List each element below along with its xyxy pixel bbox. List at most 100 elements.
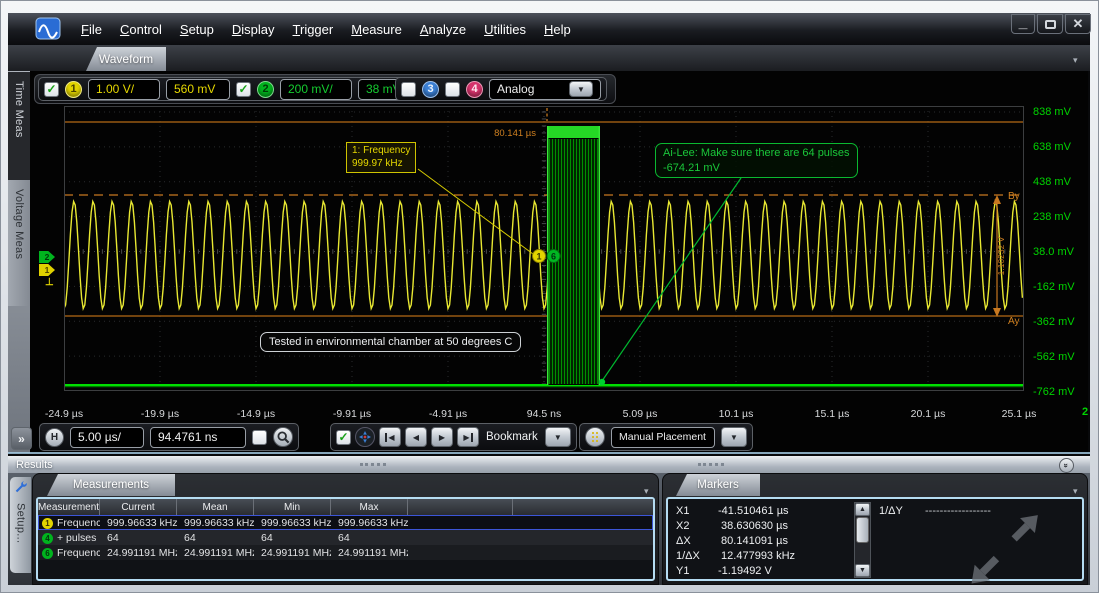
channel2-enable-checkbox[interactable]: ✓ [236,82,251,97]
magnifier-icon [276,430,291,445]
placement-group: Manual Placement ▼ [579,423,753,451]
y-axis-label: 38.0 mV [1033,246,1087,258]
tab-markers[interactable]: Markers [676,474,760,496]
column-header: Min [254,499,331,515]
graticule [64,106,1024,391]
tab-waveform[interactable]: Waveform [86,47,166,71]
results-title-bar: Results [8,456,1090,473]
previous-icon: ◀ [388,433,394,442]
y-axis-label: 438 mV [1033,176,1087,188]
check-icon: ✓ [338,431,348,443]
menu-help[interactable]: Help [535,22,580,37]
measurement6-marker-badge[interactable]: 6 [547,250,560,263]
placement-dropdown-button[interactable]: ▼ [721,427,747,447]
bookmark-note[interactable]: Ai-Lee: Make sure there are 64 pulses -6… [655,143,858,178]
x-axis-label: -14.9 µs [237,408,275,420]
caret-down-icon: ▼ [577,85,585,94]
channel1-badge[interactable]: 1 [65,81,82,98]
oscilloscope-application-window: File Control Setup Display Trigger Measu… [0,0,1099,593]
y-axis-label: 838 mV [1033,106,1087,118]
splitter-grip[interactable] [698,463,724,466]
scroll-up-button[interactable]: ▲ [855,503,870,516]
maximize-button[interactable] [1037,14,1063,34]
bookmark-group: ✓ ◀ ◀ ▶ ▶ Bookmark ▼ [330,423,577,451]
trigger-level-icon[interactable]: ⊥ [45,277,54,288]
table-row[interactable]: 1Frequency 999.96633 kHz 999.96633 kHz 9… [38,515,653,530]
chamber-note[interactable]: Tested in environmental chamber at 50 de… [260,332,521,352]
channel1-offset-field[interactable]: 560 mV [166,79,230,100]
sidebar-tab-time-meas[interactable]: Time Meas [8,72,30,180]
x-axis-label: 10.1 µs [719,408,754,420]
expand-controls-button[interactable]: » [11,427,32,450]
measurements-dropdown-icon[interactable]: ▾ [644,486,649,497]
marker-row: 1/ΔX 12.477993 kHz [676,548,795,563]
zoom-button[interactable] [273,427,293,447]
results-collapse-button[interactable]: » [1059,458,1074,473]
bookmark-dropdown-button[interactable]: ▼ [545,427,571,447]
dashed-markers-icon [588,430,602,444]
markers-right-list: 1/ΔY------------------ [879,503,991,518]
horizontal-button[interactable]: H [45,428,64,447]
resize-sw-arrow-icon [961,549,1007,593]
measurement1-marker-badge[interactable]: 1 [533,250,546,263]
x-axis-label: -24.9 µs [45,408,83,420]
menu-utilities[interactable]: Utilities [475,22,535,37]
bookmark-previous-button[interactable]: ◀ [405,427,427,447]
channel4-enable-checkbox[interactable] [445,82,460,97]
markers-dropdown-icon[interactable]: ▾ [1073,486,1078,497]
channel2-badge[interactable]: 2 [257,81,274,98]
table-row[interactable]: 6Frequency 24.991191 MHz 24.991191 MHz 2… [38,545,653,560]
menu-trigger[interactable]: Trigger [284,22,343,37]
svg-text:6: 6 [551,252,556,262]
display-mode-select[interactable]: Analog ▼ [489,79,601,100]
marker-row: 1/ΔY------------------ [879,503,991,518]
y-axis-label: -362 mV [1033,316,1087,328]
close-button[interactable]: ✕ [1065,14,1091,34]
menu-file[interactable]: File [72,22,111,37]
document-tab-bar [8,45,1090,71]
bookmark-compass-button[interactable] [355,427,375,447]
x-axis-label: -4.91 µs [429,408,467,420]
channel1-enable-checkbox[interactable]: ✓ [44,82,59,97]
markers-placement-button[interactable] [585,427,605,447]
menu-analyze[interactable]: Analyze [411,22,475,37]
sidebar-tab-voltage-meas[interactable]: Voltage Meas [8,180,30,306]
menu-measure[interactable]: Measure [342,22,411,37]
menu-setup[interactable]: Setup [171,22,223,37]
minimize-button[interactable]: — [1011,14,1035,34]
marker-row: Y1-1.19492 V [676,563,795,578]
timebase-scale-field[interactable]: 5.00 µs/ [70,427,144,448]
display-mode-dropdown-button[interactable]: ▼ [569,81,593,97]
plot-border [65,107,1024,391]
scroll-thumb[interactable] [856,517,869,543]
menu-display[interactable]: Display [223,22,284,37]
measurement6-badge: 6 [42,548,53,559]
menu: File Control Setup Display Trigger Measu… [72,22,580,37]
bookmark-anchor-dot[interactable] [599,379,605,385]
splitter-grip[interactable] [360,463,386,466]
timebase-delay-field[interactable]: 94.4761 ns [150,427,246,448]
scroll-down-button[interactable]: ▼ [855,564,870,577]
channel2-scale-field[interactable]: 200 mV/ [280,79,352,100]
tab-measurements[interactable]: Measurements [47,474,175,496]
bookmark-next-button[interactable]: ▶ [431,427,453,447]
column-header: Mean [177,499,254,515]
up-arrow-icon: ▲ [859,506,866,513]
bookmark-last-button[interactable]: ▶ [457,427,479,447]
close-icon: ✕ [1073,16,1084,32]
x-axis-label: 25.1 µs [1002,408,1037,420]
results-setup-tab[interactable]: Setup... [10,477,31,573]
channel4-badge[interactable]: 4 [466,81,483,98]
tabbar-dropdown-icon[interactable]: ▾ [1073,55,1078,66]
measurement1-callout[interactable]: 1: Frequency 999.97 kHz [346,142,416,173]
table-row[interactable]: 4+ pulses 64 64 64 64 [38,530,653,545]
menu-control[interactable]: Control [111,22,171,37]
zoom-enable-checkbox[interactable] [252,430,267,445]
app-logo-icon [35,17,61,40]
channel1-scale-field[interactable]: 1.00 V/ [88,79,160,100]
placement-mode-field[interactable]: Manual Placement [611,427,715,448]
channel3-badge[interactable]: 3 [422,81,439,98]
bookmark-visible-checkbox[interactable]: ✓ [336,430,351,445]
channel3-enable-checkbox[interactable] [401,82,416,97]
bookmark-first-button[interactable]: ◀ [379,427,401,447]
